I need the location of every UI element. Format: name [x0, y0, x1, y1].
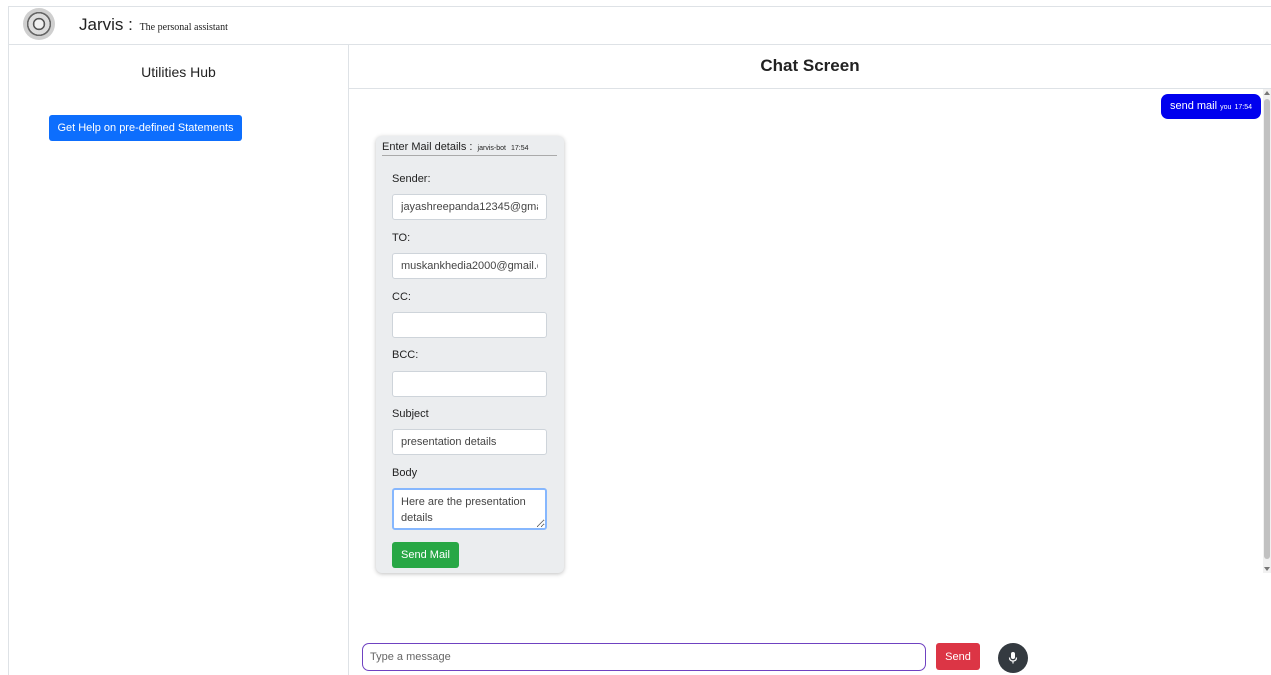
scroll-thumb[interactable]: [1264, 99, 1270, 559]
sender-field[interactable]: [392, 194, 547, 220]
app-name: Jarvis: [79, 15, 124, 34]
app-tagline: The personal assistant: [139, 22, 228, 33]
bot-message-prompt: Enter Mail details :: [382, 141, 473, 153]
user-message-author: you: [1220, 104, 1232, 111]
cc-field[interactable]: [392, 312, 547, 338]
help-predefined-statements-button[interactable]: Get Help on pre-defined Statements: [49, 115, 242, 141]
body-label: Body: [392, 467, 418, 479]
bot-message-card: Enter Mail details : jarvis-bot 17:54 Se…: [376, 136, 564, 573]
bcc-label: BCC:: [392, 349, 419, 361]
user-message-text: send mail: [1169, 100, 1218, 112]
send-mail-button[interactable]: Send Mail: [392, 542, 459, 568]
cc-label: CC:: [392, 291, 411, 303]
top-navbar: Jarvis : The personal assistant: [8, 6, 1271, 44]
subject-label: Subject: [392, 408, 429, 420]
user-message-bubble: send mail you 17:54: [1161, 94, 1261, 119]
microphone-icon: [1008, 652, 1018, 664]
sender-label: Sender:: [392, 173, 431, 185]
body-textarea[interactable]: Here are the presentation details: [392, 488, 547, 530]
send-button[interactable]: Send: [936, 643, 980, 670]
scroll-down-arrow-icon[interactable]: [1264, 567, 1270, 571]
to-label: TO:: [392, 232, 411, 244]
app-brand: Jarvis : The personal assistant: [79, 15, 228, 35]
chat-title: Chat Screen: [760, 56, 860, 75]
sidebar-title: Utilities Hub: [141, 64, 216, 80]
brand-separator: :: [123, 15, 138, 34]
bot-message-header: Enter Mail details : jarvis-bot 17:54: [382, 141, 557, 156]
user-message-time: 17:54: [1234, 104, 1253, 111]
message-input[interactable]: [362, 643, 926, 671]
subject-field[interactable]: [392, 429, 547, 455]
utilities-sidebar: Utilities Hub Get Help on pre-defined St…: [8, 44, 349, 675]
microphone-button[interactable]: [998, 643, 1028, 673]
logo-icon: [23, 8, 55, 40]
to-field[interactable]: [392, 253, 547, 279]
bot-message-author: jarvis-bot: [477, 145, 506, 152]
chat-header: Chat Screen: [349, 44, 1271, 89]
chat-scrollbar[interactable]: [1263, 89, 1271, 573]
bcc-field[interactable]: [392, 371, 547, 397]
bot-message-time: 17:54: [511, 145, 529, 152]
scroll-up-arrow-icon[interactable]: [1264, 91, 1270, 95]
